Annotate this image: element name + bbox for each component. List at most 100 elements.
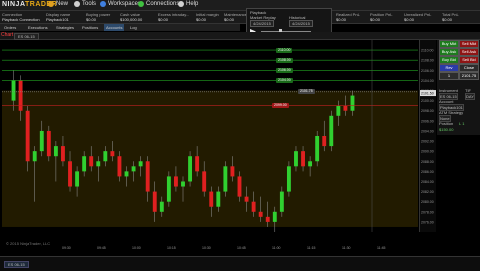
price-chart[interactable] [2,40,418,232]
stop-order-tag[interactable]: 2099.00 [272,103,289,109]
candle-body [96,161,101,167]
buy-ask-button[interactable]: Buy Ask [439,48,459,56]
accounts-cell: Position PnL $0.00 [370,12,393,22]
time-tick-label: 10:45 [237,246,246,250]
chart-toolbar: ES 06-15 [0,32,480,40]
menu-help[interactable]: Help [178,1,198,7]
candle-body [279,191,284,212]
tab-log[interactable]: Log [128,24,139,31]
target-order-tag[interactable]: 2108.00 [276,57,293,63]
accounts-cell: Total PnL $0.00 [442,12,459,22]
price-tick-label: 2080.00 [421,200,434,204]
candle-body [315,136,320,162]
candle-body [82,156,87,172]
price-tick-label: 2090.00 [421,150,434,154]
connections-icon [138,1,144,7]
candle-body [131,166,136,172]
candle-body [152,191,157,212]
accounts-cell: Excess intraday... $0.00 [158,12,190,22]
candle-body [145,161,150,192]
sell-bid-button[interactable]: Sell Bid [459,56,479,64]
reverse-button[interactable]: Rev [439,64,459,72]
price-tick-label: 2092.00 [421,140,434,144]
tab-accounts[interactable]: Accounts [104,24,125,31]
end-date-input[interactable]: 4/24/2015 [289,20,313,27]
price-input[interactable]: 2101.75 [459,72,479,80]
candle-body [230,166,235,177]
time-tick-label: 11:30 [342,246,351,250]
menu-new[interactable]: New [48,1,68,7]
quantity-input[interactable]: 1 [439,72,459,80]
price-tick-label: 2110.00 [421,49,433,53]
start-date-input[interactable]: 4/24/2015 [250,20,274,27]
chart-tab[interactable]: Chart [1,32,13,39]
entry-order-tag[interactable]: 2101.75 [298,89,315,95]
control-center-tabs: Orders Executions Strategies Positions A… [0,24,240,31]
target-order-tag[interactable]: 2110.00 [276,47,293,53]
candle-body [110,151,115,157]
time-tick-label: 10:30 [202,246,211,250]
accounts-cell: Maintenance $0.00 [224,12,247,22]
instrument-selector[interactable]: ES 06-15 [14,33,39,40]
tab-strategies[interactable]: Strategies [54,24,76,31]
tab-positions[interactable]: Positions [80,24,100,31]
candle-body [124,171,129,177]
candle-body [18,80,23,111]
accounts-cell: Buying power $0.00 [86,12,111,22]
time-tick-label: 11:00 [272,246,281,250]
pnl-value: $150.00 [439,127,454,132]
candle-body [237,176,242,197]
accounts-cell: Unrealized PnL $0.00 [404,12,432,22]
price-tick-label: 2088.00 [421,160,434,164]
sell-ask-button[interactable]: Sell Ask [459,48,479,56]
menu-tools[interactable]: Tools [74,1,96,7]
target-order-tag[interactable]: 2106.00 [276,67,293,73]
title-bar: NINJATRADER New Tools Workspaces Connect… [0,0,480,11]
accounts-cell: Display name Playback101 [46,12,71,22]
candle-body [68,161,72,187]
time-tick-label: 09:30 [62,246,71,250]
candle-body [265,216,270,222]
candle-body [216,191,221,207]
price-tick-label: 2104.00 [421,79,434,83]
accounts-cell: Connection Playback Connection [2,12,40,22]
candle-body [53,146,58,157]
candle-body [61,146,65,162]
candle-body [11,80,16,101]
candle-body [258,211,263,217]
time-tick-label: 10:00 [132,246,141,250]
buy-bid-button[interactable]: Buy Bid [439,56,459,64]
candle-body [251,201,256,212]
accounts-cell: Cash value $100,000.00 [120,12,143,22]
price-tick-label: 2078.00 [421,210,434,214]
candle-body [181,181,185,187]
menu-connections[interactable]: Connections [138,1,179,7]
candle-body [25,110,30,162]
tif-selector[interactable]: DAY [465,93,475,100]
candle-body [244,196,249,202]
tab-orders[interactable]: Orders [2,24,18,31]
candle-body [350,95,355,111]
time-axis: 09:30 09:45 10:00 10:15 10:30 10:45 11:00 11:15… [62,246,386,250]
new-icon [48,1,54,7]
candle-body [166,176,171,202]
candle-body [294,151,298,167]
workspaces-icon [100,1,106,7]
sell-market-button[interactable]: Sell Mkt [459,40,479,48]
status-instrument-tab[interactable]: ES 06-15 [4,261,29,268]
menu-workspaces[interactable]: Workspaces [100,1,141,7]
close-position-button[interactable]: Close [459,64,479,72]
target-order-tag[interactable]: 2104.00 [276,77,293,83]
candle-body [32,151,37,162]
tab-executions[interactable]: Executions [26,24,50,31]
price-tick-label: 2096.00 [421,119,434,123]
buy-market-button[interactable]: Buy Mkt [439,40,459,48]
time-tick-label: 09:45 [97,246,106,250]
time-tick-label: 10:15 [167,246,176,250]
copyright-text: © 2015 NinjaTrader, LLC [6,241,51,246]
time-tick-label: 11:45 [377,246,386,250]
candle-body [301,151,305,167]
chart-trader-panel: Buy Mkt Sell Mkt Buy Ask Sell Ask Buy Bi… [437,40,480,135]
candle-body [138,161,143,167]
candle-body [117,156,122,177]
